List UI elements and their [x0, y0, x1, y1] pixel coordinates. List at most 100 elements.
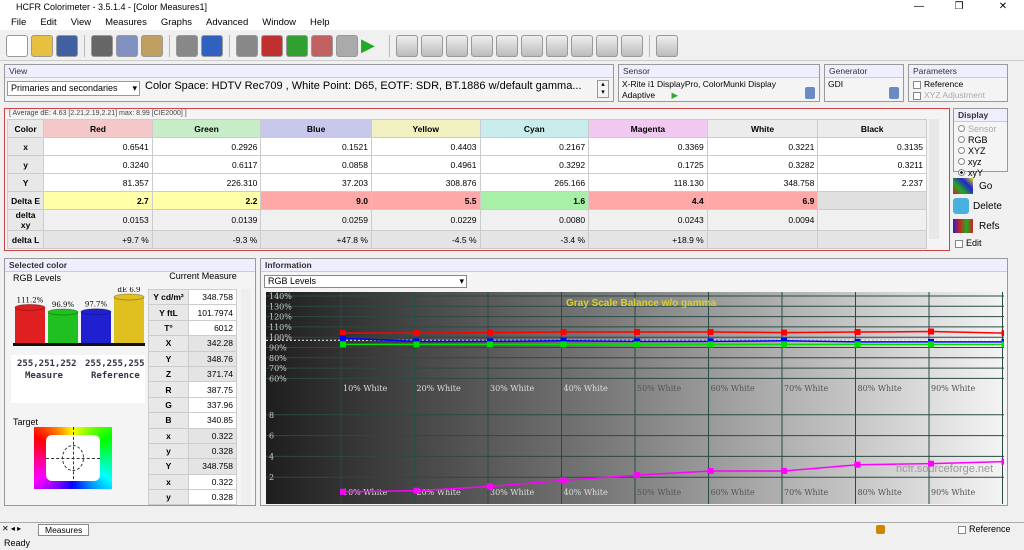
sensor-config-icon[interactable]	[805, 87, 815, 99]
data-point[interactable]	[854, 341, 861, 348]
paste-icon[interactable]	[141, 34, 163, 57]
data-point[interactable]	[707, 341, 714, 348]
menu-file[interactable]: File	[4, 17, 33, 28]
current-measure-scrollbar[interactable]	[241, 289, 251, 505]
column-header[interactable]: White	[706, 119, 819, 138]
table-cell[interactable]: 0.4961	[370, 155, 481, 174]
menu-view[interactable]: View	[64, 17, 98, 28]
table-cell[interactable]	[706, 230, 819, 249]
table-cell[interactable]	[817, 230, 927, 249]
table-cell[interactable]: 226.310	[151, 173, 262, 192]
column-header[interactable]: Green	[151, 119, 262, 138]
table-cell[interactable]: -4.5 %	[370, 230, 481, 249]
table-cell[interactable]: 348.758	[706, 173, 819, 192]
column-header[interactable]: Magenta	[588, 119, 708, 138]
table-cell[interactable]: 0.6117	[151, 155, 262, 174]
data-point[interactable]	[781, 329, 787, 336]
table-cell[interactable]: +47.8 %	[260, 230, 372, 249]
table-cell[interactable]: 0.0858	[260, 155, 372, 174]
data-point[interactable]	[634, 341, 640, 348]
table-cell[interactable]: 81.357	[43, 173, 153, 192]
graph-type-select[interactable]: RGB Levels ▾	[264, 275, 467, 288]
xyz-adjustment-checkbox[interactable]: XYZ Adjustment	[909, 90, 1007, 100]
table-cell[interactable]: -9.3 %	[151, 230, 262, 249]
table-cell[interactable]: 0.6541	[43, 137, 153, 156]
new-icon[interactable]	[6, 34, 28, 57]
menu-measures[interactable]: Measures	[98, 17, 154, 28]
table-scrollbar[interactable]	[929, 119, 939, 239]
tab-nav-buttons[interactable]: ✕ ◂ ▸	[2, 524, 21, 533]
data-point[interactable]	[854, 329, 861, 336]
sensor-icon[interactable]	[236, 34, 258, 57]
data-point[interactable]	[1001, 330, 1005, 337]
menu-window[interactable]: Window	[255, 17, 303, 28]
close-button[interactable]: ✕	[988, 0, 1018, 14]
data-point[interactable]	[854, 461, 861, 468]
graph-near-black-icon[interactable]	[571, 34, 593, 57]
edit-checkbox[interactable]: Edit	[955, 238, 995, 248]
graph-gamma-icon[interactable]	[421, 34, 443, 57]
graph-colortemp-icon[interactable]	[521, 34, 543, 57]
table-cell[interactable]: 2.237	[817, 173, 927, 192]
table-cell[interactable]: 2.7	[43, 191, 153, 210]
table-cell[interactable]: 0.3292	[479, 155, 590, 174]
table-cell[interactable]: 0.1521	[260, 137, 372, 156]
info-spinner[interactable]: ▴ ▾	[597, 80, 609, 98]
camera-icon[interactable]	[336, 34, 358, 57]
data-point[interactable]	[560, 477, 567, 484]
table-cell[interactable]	[817, 209, 927, 231]
menu-edit[interactable]: Edit	[33, 17, 63, 28]
graph-measures-icon[interactable]	[656, 34, 678, 57]
display-option-xyz[interactable]: XYZ	[958, 145, 1003, 156]
data-point[interactable]	[1001, 458, 1005, 465]
table-cell[interactable]: 0.0259	[260, 209, 372, 231]
open-icon[interactable]	[31, 34, 53, 57]
data-point[interactable]	[487, 341, 493, 348]
table-cell[interactable]: 4.4	[588, 191, 708, 210]
data-point[interactable]	[1001, 341, 1005, 348]
display-option-sensor[interactable]: Sensor	[958, 123, 1003, 134]
table-cell[interactable]: 9.0	[260, 191, 372, 210]
cut-icon[interactable]	[91, 34, 113, 57]
table-cell[interactable]: 37.203	[260, 173, 372, 192]
data-point[interactable]	[487, 329, 493, 336]
graph-near-white-icon[interactable]	[596, 34, 618, 57]
data-point[interactable]	[413, 487, 420, 494]
column-header[interactable]: Black	[817, 119, 927, 138]
data-point[interactable]	[340, 335, 346, 342]
go-button[interactable]: Go	[953, 176, 1008, 196]
data-point[interactable]	[487, 483, 493, 490]
graph-luminance-icon[interactable]	[446, 34, 468, 57]
menu-help[interactable]: Help	[303, 17, 337, 28]
reference-checkbox[interactable]: Reference	[909, 78, 1007, 90]
graph-sat-icon[interactable]	[546, 34, 568, 57]
graph-rgb-icon[interactable]	[471, 34, 493, 57]
table-cell[interactable]: 0.2926	[151, 137, 262, 156]
table-cell[interactable]: 0.4403	[370, 137, 481, 156]
rgb-icon[interactable]	[286, 34, 308, 57]
table-cell[interactable]: 0.2167	[479, 137, 590, 156]
data-point[interactable]	[413, 330, 420, 337]
column-header[interactable]: Blue	[260, 119, 372, 138]
data-point[interactable]	[928, 328, 934, 335]
display-option-xyz[interactable]: xyz	[958, 156, 1003, 167]
table-cell[interactable]	[817, 191, 927, 210]
maximize-button[interactable]: ❐	[944, 0, 974, 14]
column-header[interactable]: Yellow	[370, 119, 481, 138]
table-cell[interactable]: 308.876	[370, 173, 481, 192]
data-point[interactable]	[413, 341, 420, 348]
data-point[interactable]	[928, 341, 934, 348]
table-cell[interactable]: 0.0243	[588, 209, 708, 231]
data-point[interactable]	[560, 329, 567, 336]
table-cell[interactable]: 0.3135	[817, 137, 927, 156]
column-header[interactable]: Red	[43, 119, 153, 138]
table-cell[interactable]: 0.0139	[151, 209, 262, 231]
generator-config-icon[interactable]	[889, 87, 899, 99]
display-option-rgb[interactable]: RGB	[958, 134, 1003, 145]
table-cell[interactable]: 0.3369	[588, 137, 708, 156]
delete-button[interactable]: Delete	[953, 196, 1008, 216]
monitor-icon[interactable]	[396, 34, 418, 57]
data-point[interactable]	[781, 467, 787, 474]
table-cell[interactable]: +18.9 %	[588, 230, 708, 249]
table-cell[interactable]: 0.3211	[817, 155, 927, 174]
